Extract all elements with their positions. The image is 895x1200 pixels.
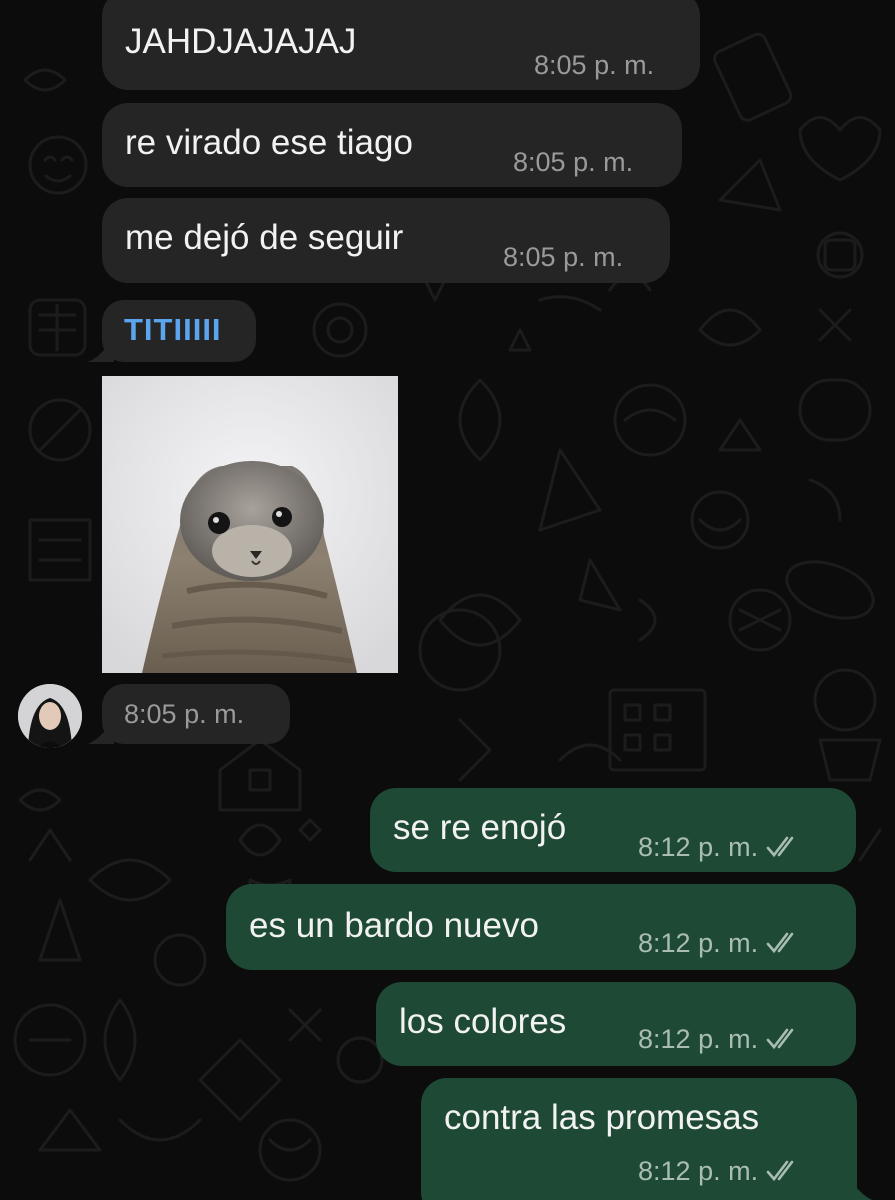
- outgoing-message[interactable]: los colores 8:12 p. m.: [376, 982, 856, 1066]
- message-timestamp: 8:12 p. m.: [638, 928, 800, 959]
- outgoing-message[interactable]: se re enojó 8:12 p. m.: [370, 788, 856, 872]
- sender-name: TITIIIII: [124, 312, 222, 347]
- bubble-tail: [88, 714, 114, 744]
- incoming-message[interactable]: JAHDJAJAJAJ 8:05 p. m.: [102, 0, 700, 90]
- incoming-message[interactable]: me dejó de seguir 8:05 p. m.: [102, 198, 670, 283]
- message-text: contra las promesas: [444, 1098, 760, 1137]
- message-timestamp: 8:05 p. m.: [124, 699, 245, 729]
- message-timestamp: 8:12 p. m.: [638, 1156, 800, 1187]
- message-text: me dejó de seguir: [125, 218, 404, 257]
- message-text: es un bardo nuevo: [249, 906, 539, 945]
- outgoing-message[interactable]: es un bardo nuevo 8:12 p. m.: [226, 884, 856, 970]
- seal-photo[interactable]: [102, 376, 398, 673]
- chat-view: JAHDJAJAJAJ 8:05 p. m. re virado ese tia…: [0, 0, 895, 1200]
- image-timestamp-bubble[interactable]: 8:05 p. m.: [102, 684, 290, 744]
- bubble-tail: [842, 1160, 872, 1200]
- sender-name-bubble[interactable]: TITIIIII: [102, 300, 256, 362]
- message-text: los colores: [399, 1002, 567, 1041]
- message-text: re virado ese tiago: [125, 123, 413, 162]
- double-check-icon: [766, 1028, 794, 1050]
- message-timestamp: 8:05 p. m.: [534, 50, 655, 80]
- double-check-icon: [766, 836, 794, 858]
- double-check-icon: [766, 1160, 794, 1182]
- message-timestamp: 8:12 p. m.: [638, 832, 800, 863]
- contact-avatar[interactable]: [18, 684, 82, 748]
- message-timestamp: 8:05 p. m.: [503, 242, 624, 272]
- bubble-tail: [88, 332, 114, 362]
- incoming-message[interactable]: re virado ese tiago 8:05 p. m.: [102, 103, 682, 187]
- message-timestamp: 8:05 p. m.: [513, 147, 634, 177]
- double-check-icon: [766, 932, 794, 954]
- message-timestamp: 8:12 p. m.: [638, 1024, 800, 1055]
- message-text: se re enojó: [393, 808, 567, 847]
- message-text: JAHDJAJAJAJ: [125, 22, 357, 61]
- outgoing-message[interactable]: contra las promesas 8:12 p. m.: [421, 1078, 857, 1200]
